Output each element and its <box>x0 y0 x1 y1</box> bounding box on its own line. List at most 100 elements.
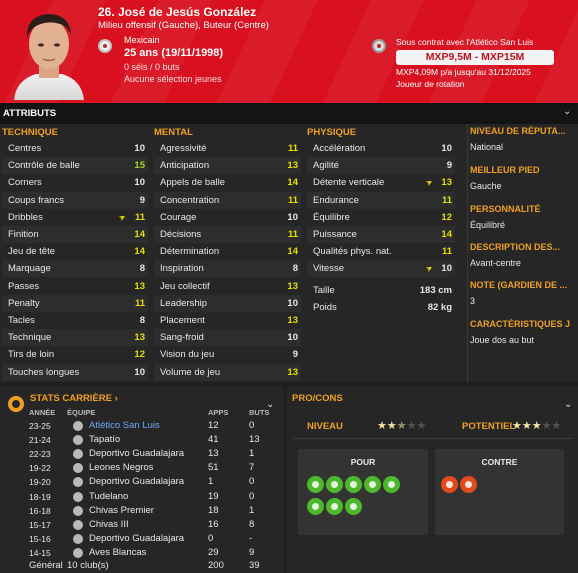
attribute-row[interactable]: Passes 13 <box>2 278 148 295</box>
club-name[interactable]: Aves Blancas <box>89 546 146 560</box>
club-name[interactable]: Tapatío <box>89 433 120 447</box>
attribute-row[interactable]: Concentration 11 <box>154 191 301 209</box>
pro-trait-icon[interactable] <box>307 498 324 515</box>
career-row[interactable]: 15-16 Deportivo Guadalajara 0 - <box>0 532 283 546</box>
attribute-label: Anticipation <box>160 160 210 172</box>
contract-club[interactable]: Sous contrat avec l'Atlético San Luis <box>396 37 533 47</box>
con-trait-icon[interactable] <box>441 476 458 493</box>
attribute-label: Accélération <box>313 143 366 154</box>
attribute-row[interactable]: Détente verticale 13 ➤ <box>307 174 455 191</box>
career-row[interactable]: 22-23 Deportivo Guadalajara 13 1 <box>0 447 283 461</box>
career-row[interactable]: 21-24 Tapatío 41 13 <box>0 433 283 447</box>
attribute-row[interactable]: Dribbles 11 ➤ <box>2 209 148 226</box>
attribute-row[interactable]: Détermination 14 <box>154 243 301 260</box>
attribute-row[interactable]: Inspiration 8 <box>154 260 301 278</box>
trend-up-icon: ➤ <box>117 211 128 223</box>
description-heading: DESCRIPTION DES... <box>470 242 561 252</box>
career-row[interactable]: 15-17 Chivas III 16 8 <box>0 518 283 532</box>
career-row[interactable]: 18-19 Tudelano 19 0 <box>0 490 283 504</box>
attribute-row[interactable]: Qualités phys. nat. 11 <box>307 243 455 260</box>
attribute-row[interactable]: Vision du jeu 9 <box>154 346 301 363</box>
appearances: 19 <box>208 490 219 502</box>
attribute-row[interactable]: Jeu de tête 14 <box>2 243 148 260</box>
attribute-row[interactable]: Équilibre 12 <box>307 209 455 226</box>
pro-trait-icon[interactable] <box>326 476 343 493</box>
attribute-row[interactable]: Puissance 14 <box>307 226 455 243</box>
career-row[interactable]: 19-22 Leones Negros 51 7 <box>0 461 283 475</box>
career-row[interactable]: 16-18 Chivas Premier 18 1 <box>0 504 283 518</box>
attribute-row[interactable]: Coups francs 9 <box>2 191 148 209</box>
reputation-value: National <box>470 142 504 152</box>
pro-trait-icon[interactable] <box>326 498 343 515</box>
chevron-down-icon[interactable]: ⌄ <box>563 106 571 117</box>
career-stats-title[interactable]: STATS CARRIÈRE › <box>30 393 118 404</box>
nationality[interactable]: Mexicain <box>124 35 160 45</box>
season: 16-18 <box>29 505 51 516</box>
attribute-row[interactable]: Technique 13 <box>2 329 148 347</box>
attribute-row[interactable]: Marquage 8 <box>2 260 148 278</box>
attribute-row[interactable]: Finition 14 <box>2 226 148 243</box>
nation-flag-icon[interactable] <box>98 39 112 53</box>
attribute-row[interactable]: Leadership 10 <box>154 294 301 312</box>
attribute-row[interactable]: Jeu collectif 13 <box>154 278 301 295</box>
player-age: 25 ans (19/11/1998) <box>124 47 223 59</box>
pro-trait-icon[interactable] <box>307 476 324 493</box>
column-goals: BUTS <box>249 408 270 417</box>
club-name[interactable]: Chivas III <box>89 518 129 532</box>
club-name[interactable]: Chivas Premier <box>89 504 154 518</box>
attribute-row[interactable]: Agilité 9 <box>307 157 455 175</box>
attribute-row[interactable]: Corners 10 <box>2 174 148 191</box>
squad-status: Joueur de rotation <box>396 79 465 89</box>
club-name[interactable]: Deportivo Guadalajara <box>89 532 184 546</box>
attribute-row[interactable]: Tirs de loin 12 <box>2 346 148 363</box>
attribute-row[interactable]: Volume de jeu 13 <box>154 363 301 381</box>
youth-caps: Aucune sélection jeunes <box>124 74 222 84</box>
club-name[interactable]: Deportivo Guadalajara <box>89 447 184 461</box>
attribute-row[interactable]: Centres 10 <box>2 140 148 157</box>
attribute-row[interactable]: Penalty 11 <box>2 294 148 312</box>
attribute-row[interactable]: Tacles 8 <box>2 312 148 329</box>
chevron-down-icon[interactable]: ⌄ <box>564 399 572 410</box>
attribute-value: 11 <box>441 246 452 258</box>
attribute-row[interactable]: Agressivité 11 <box>154 140 301 157</box>
attribute-row[interactable]: Vitesse 10 ➤ <box>307 260 455 278</box>
attribute-label: Placement <box>160 315 205 326</box>
con-trait-icon[interactable] <box>460 476 477 493</box>
club-badge-icon <box>73 421 83 431</box>
player-name: 26. José de Jesús González <box>98 5 257 19</box>
pro-trait-icon[interactable] <box>383 476 400 493</box>
season: 19-20 <box>29 477 51 488</box>
attribute-value: 9 <box>446 160 452 172</box>
club-name[interactable]: Tudelano <box>89 490 128 504</box>
pro-trait-icon[interactable] <box>364 476 381 493</box>
club-name[interactable]: Leones Negros <box>89 461 153 475</box>
club-name[interactable]: Deportivo Guadalajara <box>89 475 184 489</box>
career-row[interactable]: 23-25 Atlético San Luis 12 0 <box>0 419 283 433</box>
goals: - <box>249 532 253 544</box>
attribute-row[interactable]: Anticipation 13 <box>154 157 301 175</box>
club-badge-icon <box>73 519 83 530</box>
attribute-row[interactable]: Placement 13 <box>154 312 301 329</box>
attribute-row[interactable]: Touches longues 10 <box>2 363 148 381</box>
pros-cons-panel: PRO/CONS ⌄ NIVEAU ★★★★★ POTENTIEL ★★★★★ … <box>287 386 578 573</box>
attribute-row[interactable]: Contrôle de balle 15 <box>2 157 148 175</box>
attribute-label: Dribbles <box>8 211 43 223</box>
description-value: Avant-centre <box>470 258 521 268</box>
attribute-value: 10 <box>441 263 452 275</box>
attribute-row[interactable]: Courage 10 <box>154 209 301 226</box>
weight-label: Poids <box>313 301 337 313</box>
attribute-label: Courage <box>160 211 197 223</box>
attribute-row[interactable]: Sang-froid 10 <box>154 329 301 347</box>
club-name[interactable]: Atlético San Luis <box>89 419 160 433</box>
pro-trait-icon[interactable] <box>345 498 362 515</box>
attribute-row[interactable]: Accélération 10 <box>307 140 455 157</box>
trend-up-icon: ➤ <box>424 263 435 275</box>
attribute-row[interactable]: Décisions 11 <box>154 226 301 243</box>
career-row[interactable]: 19-20 Deportivo Guadalajara 1 0 <box>0 475 283 489</box>
career-row[interactable]: 14-15 Aves Blancas 29 9 <box>0 546 283 560</box>
club-badge-icon[interactable] <box>372 39 386 53</box>
attribute-row[interactable]: Endurance 11 <box>307 191 455 209</box>
pro-trait-icon[interactable] <box>345 476 362 493</box>
attribute-row[interactable]: Appels de balle 14 <box>154 174 301 191</box>
attributes-header[interactable]: ATTRIBUTS ⌄ <box>0 103 578 124</box>
